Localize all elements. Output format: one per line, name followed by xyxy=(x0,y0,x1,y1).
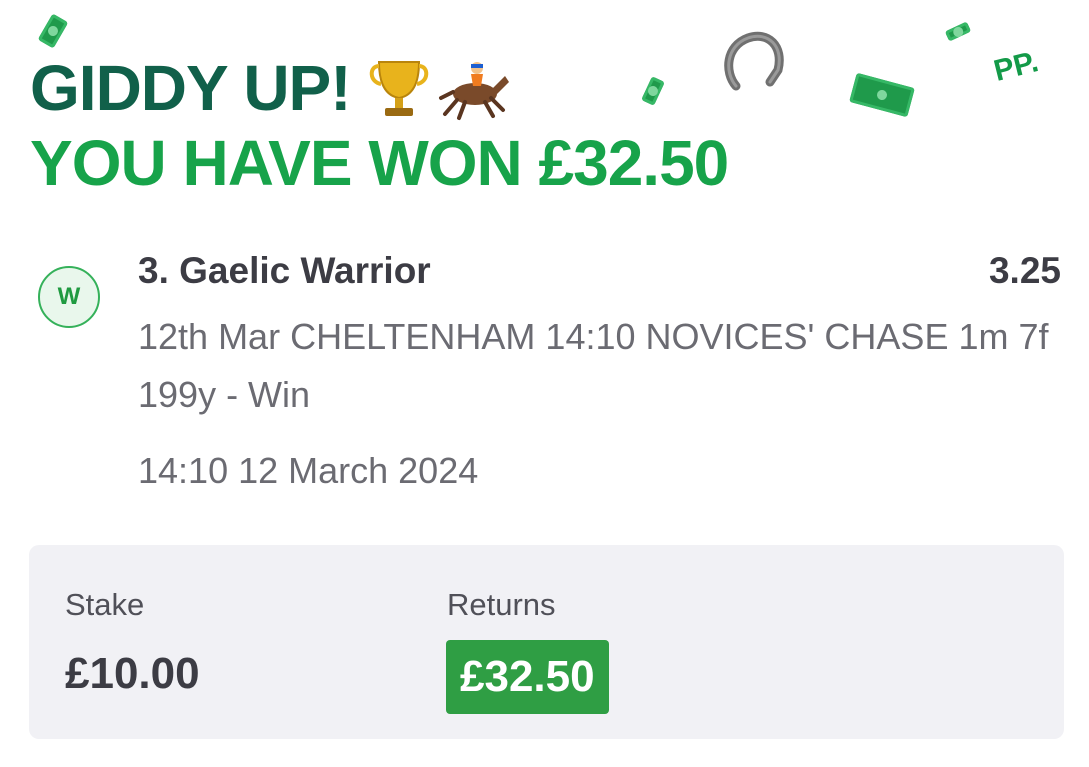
selection-name: 3. Gaelic Warrior xyxy=(138,250,431,291)
returns-label: Returns xyxy=(447,587,556,622)
headline-greeting: GIDDY UP! xyxy=(30,52,352,124)
stake-value: £10.00 xyxy=(65,649,200,698)
money-icon xyxy=(37,13,69,49)
event-description: 12th Mar CHELTENHAM 14:10 NOVICES' CHASE… xyxy=(138,316,1049,415)
trophy-icon xyxy=(369,61,428,116)
brand-mark: PP. xyxy=(990,45,1042,88)
win-result-badge: W xyxy=(38,266,100,328)
bet-summary-panel: Stake £10.00 Returns £32.50 xyxy=(29,545,1064,739)
money-icon xyxy=(944,21,972,42)
win-headline: GIDDY UP! YOU HAVE WON £32.50 xyxy=(30,52,729,200)
event-time: 14:10 12 March 2024 xyxy=(138,450,479,491)
won-amount-headline: YOU HAVE WON £32.50 xyxy=(30,127,729,199)
money-icon xyxy=(849,72,915,118)
selection-odds: 3.25 xyxy=(988,250,1061,291)
horseshoe-icon xyxy=(724,31,784,91)
stake-label: Stake xyxy=(65,587,145,622)
horse-racing-icon xyxy=(438,62,509,120)
returns-value: £32.50 xyxy=(446,640,609,714)
